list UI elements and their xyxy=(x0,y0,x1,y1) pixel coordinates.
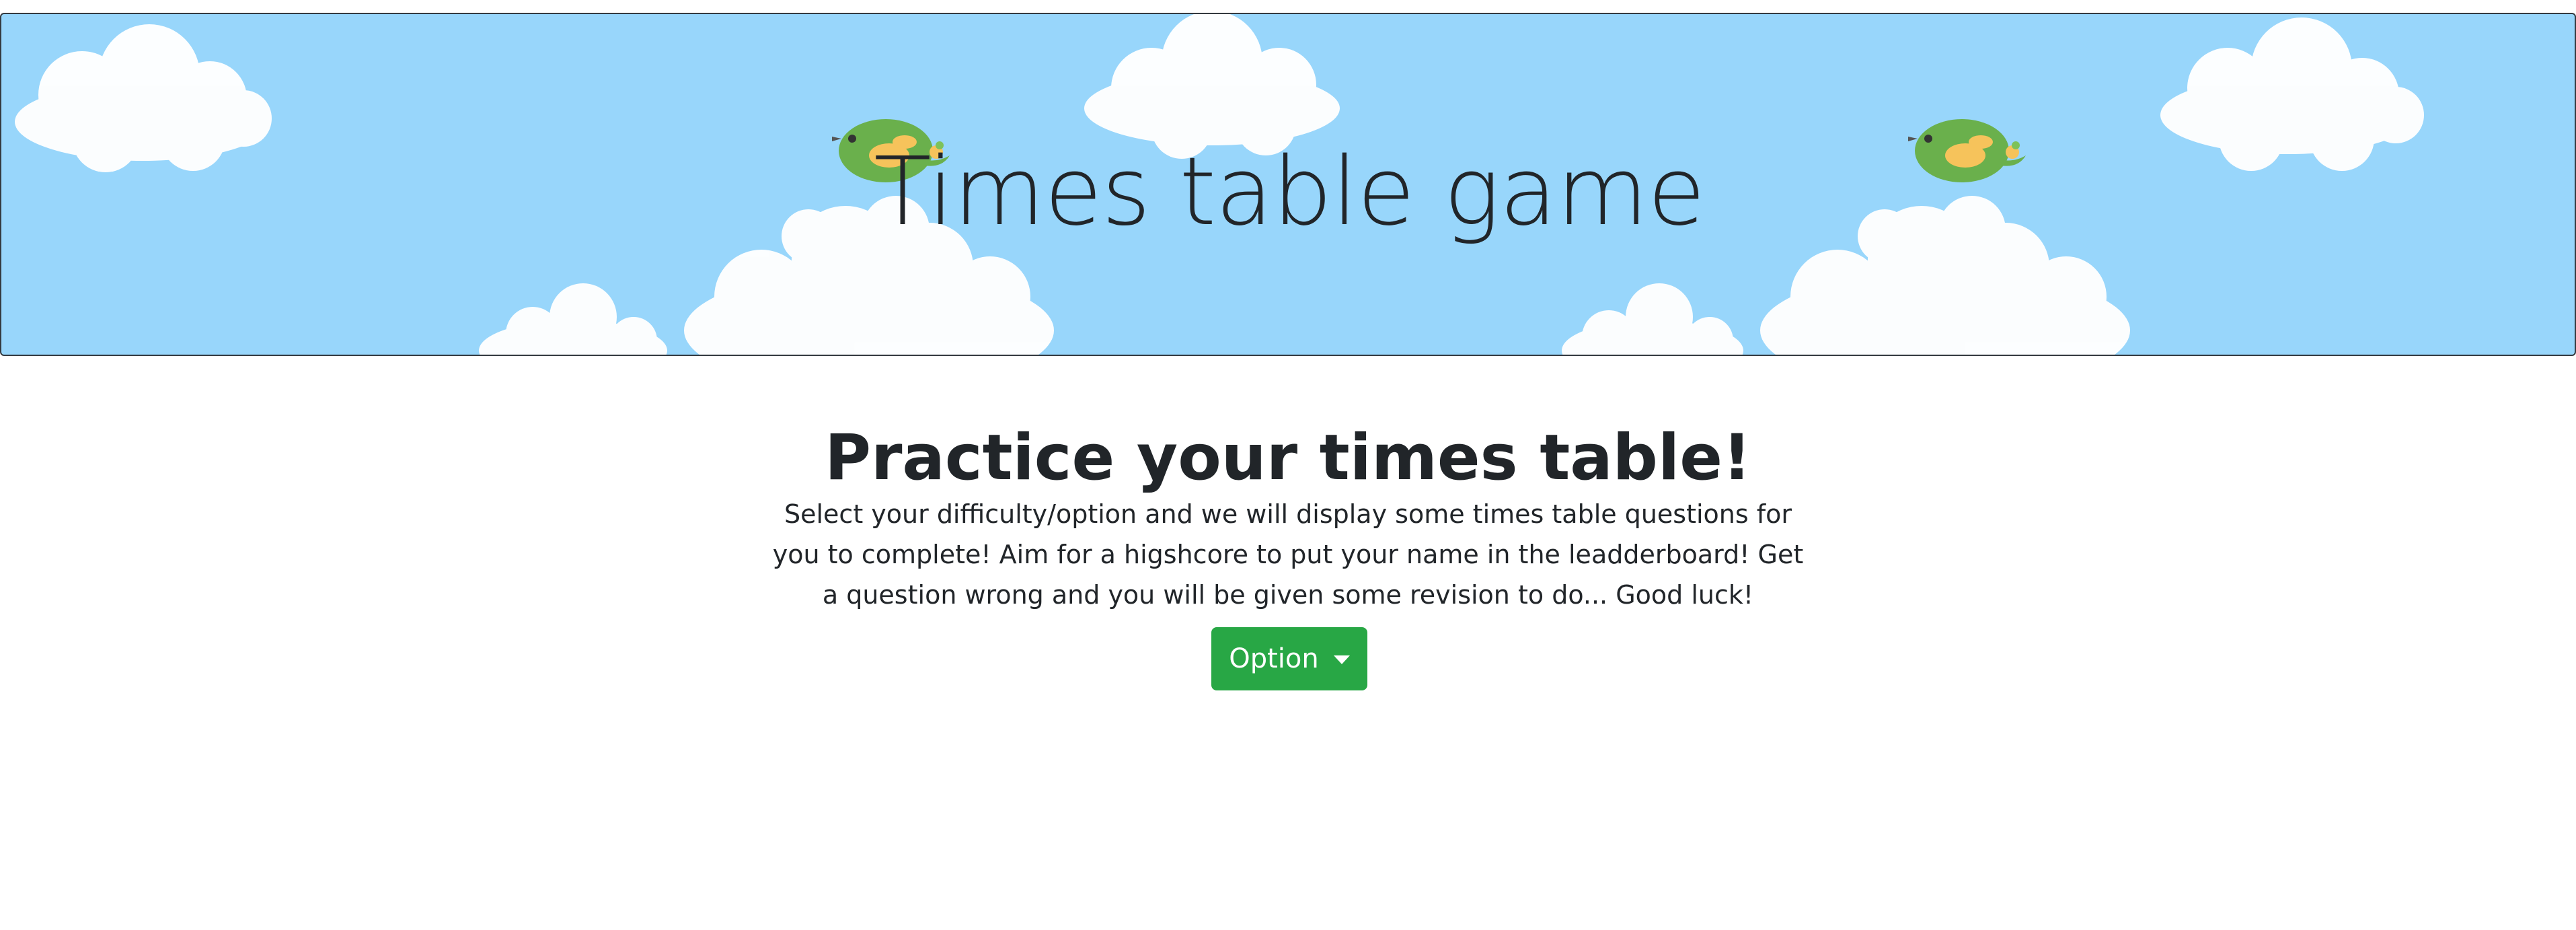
header-banner: Times table game xyxy=(0,13,2576,356)
caret-down-icon xyxy=(1333,655,1350,664)
option-dropdown-button[interactable]: Option xyxy=(1211,627,1367,690)
intro-text: Select your difficulty/option and we wil… xyxy=(772,499,1804,610)
site-title: Times table game xyxy=(874,137,1705,247)
cloud-icon xyxy=(479,283,667,355)
option-button-label: Option xyxy=(1229,643,1319,674)
page-heading: Practice your times table! xyxy=(825,421,1751,495)
cloud-icon xyxy=(1562,283,1743,355)
